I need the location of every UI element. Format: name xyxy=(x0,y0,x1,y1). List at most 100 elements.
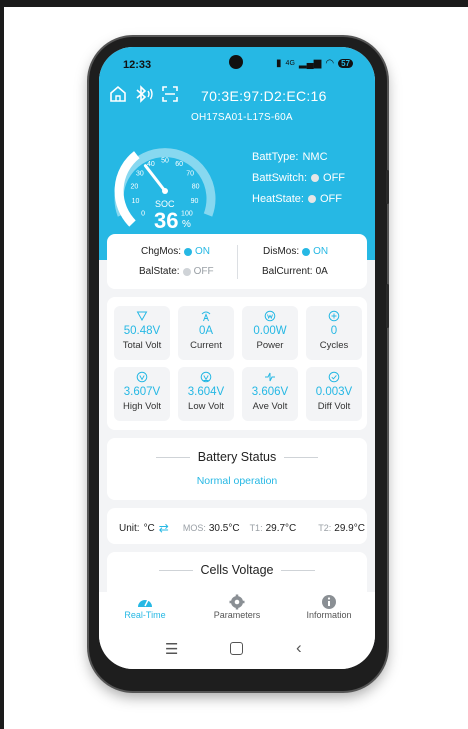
scan-icon[interactable] xyxy=(161,85,179,103)
menu-icon[interactable]: ☰ xyxy=(165,640,178,658)
stat-power: 0.00W Power xyxy=(242,306,298,360)
tab-information[interactable]: Information xyxy=(283,592,375,630)
cells-voltage-title: Cells Voltage xyxy=(107,563,367,577)
info-icon xyxy=(322,595,336,609)
bal-current-row: BalCurrent: 0A xyxy=(262,266,328,277)
gauge-tick-label: 50 xyxy=(161,158,169,165)
title-line-right xyxy=(284,456,319,458)
gauge-tick-label: 70 xyxy=(186,170,194,177)
device-mac: 70:3E:97:D2:EC:16 xyxy=(201,88,327,104)
batt-type-value: NMC xyxy=(302,151,328,163)
batt-type-label: BattType: xyxy=(252,151,299,163)
speedometer-icon xyxy=(138,599,152,607)
high-volt-icon xyxy=(136,371,148,383)
t2-label: T2: xyxy=(318,523,332,533)
gauge-tick-label: 80 xyxy=(192,184,200,191)
nav-label: Parameters xyxy=(213,610,261,620)
stat-value: 0 xyxy=(330,325,338,337)
batt-switch-label: BattSwitch: xyxy=(252,172,308,184)
heat-state-dot xyxy=(307,195,316,203)
dis-mos-dot xyxy=(302,247,311,256)
gauge-tick-label: 60 xyxy=(175,161,183,168)
nav-label: Information xyxy=(306,610,352,620)
bal-current-label: BalCurrent: xyxy=(262,266,313,277)
power-button xyxy=(386,284,389,328)
heat-state-value: OFF xyxy=(319,193,342,205)
unit-label: Unit: xyxy=(119,522,140,534)
tab-real-time[interactable]: Real-Time xyxy=(99,592,191,630)
stat-value: 50.48V xyxy=(123,325,161,337)
header-icon-row xyxy=(109,85,179,103)
low-volt-icon xyxy=(200,371,212,383)
stat-cycles: 0 Cycles xyxy=(306,306,362,360)
temperature-row: Unit: °C ⇄ MOS: 30.5°C T1: 29.7°C T2: 29… xyxy=(119,521,365,535)
gauge-tick-label: 0 xyxy=(141,210,145,217)
app-screen: 12:33 ▮ 4G ▂▄▆ ◠ 57 70:3E:97:D2:EC:16 OH… xyxy=(99,47,375,669)
battery-status-title: Battery Status xyxy=(107,450,367,464)
batt-switch-dot xyxy=(311,174,320,182)
t1-value: 29.7°C xyxy=(265,522,297,534)
stat-label: Cycles xyxy=(319,340,349,351)
dis-mos-row: DisMos: ON xyxy=(263,246,328,257)
power-icon xyxy=(264,310,276,322)
bal-state-value: OFF xyxy=(193,266,214,277)
soc-unit: % xyxy=(182,219,191,230)
battery-icon: 57 xyxy=(338,59,353,68)
stat-value: 3.604V xyxy=(187,386,225,398)
t1-label: T1: xyxy=(249,523,263,533)
title-line-left xyxy=(155,456,190,458)
cycle-icon xyxy=(328,310,340,322)
batt-switch-value: OFF xyxy=(323,172,346,184)
ave-volt-icon xyxy=(265,372,275,382)
current-icon xyxy=(201,311,211,322)
signal-label: 4G xyxy=(285,60,295,67)
stat-label: High Volt xyxy=(122,401,162,412)
header-panel: 12:33 ▮ 4G ▂▄▆ ◠ 57 70:3E:97:D2:EC:16 OH… xyxy=(99,47,375,260)
signal-icon: ▂▄▆ xyxy=(298,58,322,69)
chg-mos-value: ON xyxy=(195,246,211,257)
left-dark-band xyxy=(0,0,4,729)
wifi-icon: ◠ xyxy=(325,58,335,69)
stat-label: Total Volt xyxy=(122,340,162,351)
stat-value: 3.607V xyxy=(123,386,161,398)
stat-value: 3.606V xyxy=(251,386,289,398)
stat-label: Current xyxy=(190,340,222,351)
gear-icon xyxy=(229,594,245,610)
gauge-tick-label: 90 xyxy=(191,198,199,205)
home-icon[interactable] xyxy=(109,85,127,103)
back-icon[interactable]: ‹ xyxy=(296,638,302,658)
top-dark-band xyxy=(0,0,468,7)
gauge-tick-label: 100 xyxy=(181,210,193,217)
stat-label: Ave Volt xyxy=(252,401,288,412)
stat-label: Diff Volt xyxy=(317,401,351,412)
swap-unit-icon[interactable]: ⇄ xyxy=(159,521,169,535)
bal-state-label: BalState: xyxy=(139,266,180,277)
stat-ave-volt: 3.606V Ave Volt xyxy=(242,367,298,421)
bluetooth-icon[interactable] xyxy=(134,85,154,103)
stat-current: 0A Current xyxy=(178,306,234,360)
nav-label: Real-Time xyxy=(124,610,166,620)
battery-status-value: Normal operation xyxy=(196,475,278,487)
mos-temp-value: 30.5°C xyxy=(208,522,240,534)
gauge-tick-label: 10 xyxy=(132,198,140,205)
heat-state-label: HeatState: xyxy=(252,193,304,205)
stat-diff-volt: 0.003V Diff Volt xyxy=(306,367,362,421)
dis-mos-value: ON xyxy=(313,246,329,257)
bal-state-row: BalState: OFF xyxy=(139,266,214,277)
t2-value: 29.9°C xyxy=(334,522,365,534)
stat-label: Power xyxy=(256,340,284,351)
battery-status-card xyxy=(107,438,367,500)
gauge-tick-label: 20 xyxy=(131,184,139,191)
home-square-icon[interactable] xyxy=(230,642,243,655)
stat-value: 0.00W xyxy=(253,325,287,337)
battery-status-heading: Battery Status xyxy=(197,450,277,464)
bottom-nav: Real-Time Parameters Information xyxy=(99,592,375,630)
diff-volt-icon xyxy=(328,371,340,383)
batt-type-line: BattType: NMC xyxy=(252,151,328,163)
soc-value: 36 xyxy=(154,208,179,233)
stat-value: 0.003V xyxy=(315,386,353,398)
chg-mos-row: ChgMos: ON xyxy=(141,246,210,257)
tab-parameters[interactable]: Parameters xyxy=(191,592,283,630)
triangle-down-icon xyxy=(136,311,148,322)
mos-temp-label: MOS: xyxy=(182,523,206,533)
